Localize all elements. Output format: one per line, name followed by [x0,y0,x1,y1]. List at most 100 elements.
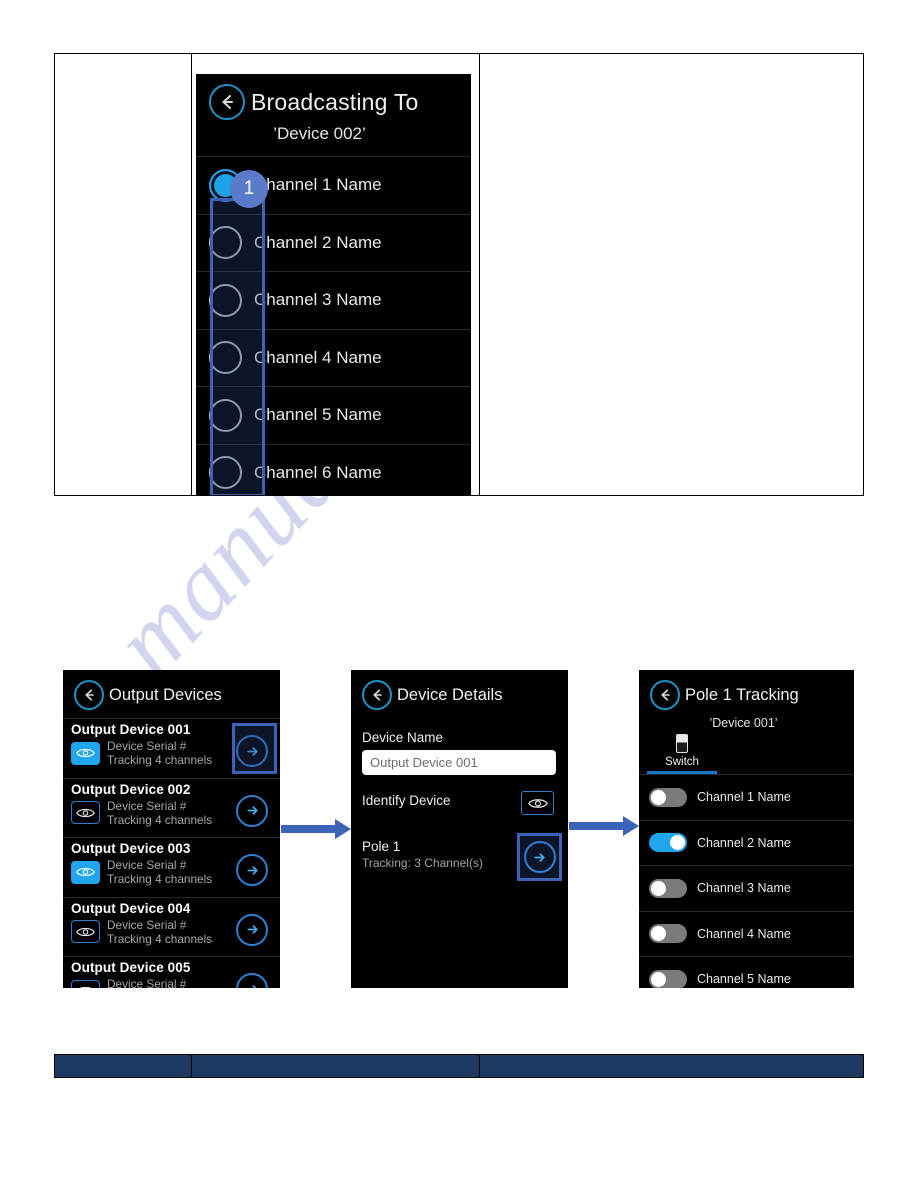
pole-arrow-selection-box [517,833,562,881]
tab-switch[interactable]: Switch [647,734,717,774]
broadcast-channel-label: Channel 2 Name [254,232,382,252]
toggle-off[interactable] [649,787,687,807]
pole-channel-list: Channel 1 Name Channel 2 Name Channel 3 Na… [639,774,854,988]
toggle-off[interactable] [649,969,687,988]
broadcast-channel-list: Channel 1 Name Channel 2 Name Channel 3 Na… [196,156,471,495]
output-device-row[interactable]: Output Device 001 Device Serial # Tracking… [63,718,280,778]
pole-channel-label: Channel 4 Name [697,926,791,941]
broadcast-channel-label: Channel 5 Name [254,405,382,425]
back-arrow-icon[interactable] [650,680,680,710]
output-device-meta: Device Serial #Tracking 4 channels [107,799,212,827]
identify-device-row: Identify Device [362,791,568,827]
output-devices-screen: Output Devices Output Device 001 Device S… [63,670,280,988]
broadcast-channel-row[interactable]: Channel 5 Name [196,386,471,444]
radio-unselected-icon[interactable] [208,456,242,490]
bottom-bar [54,1054,864,1078]
broadcast-channel-label: Channel 4 Name [254,347,382,367]
radio-unselected-icon[interactable] [208,398,242,432]
eye-icon[interactable] [71,979,100,988]
device-serial-text: Device Serial # [107,798,187,813]
broadcast-header: Broadcasting To ’Device 002’ [196,74,471,150]
channel-radio-cell [196,283,254,317]
top-table-cell-left [55,54,192,495]
output-device-meta: Device Serial #Tracking 4 channels [107,918,212,946]
pole-row: Pole 1 Tracking: 3 Channel(s) [362,833,568,881]
pole-tracking-screen: Pole 1 Tracking ’Device 001’ Switch Chan… [639,670,854,988]
device-tracking-text: Tracking 4 channels [107,872,213,886]
device-details-screen: Device Details Device Name Output Device… [351,670,568,988]
flow-arrow-2 [569,816,639,836]
output-devices-list: Output Device 001 Device Serial # Tracking… [63,718,280,988]
radio-unselected-icon[interactable] [208,283,242,317]
device-name-label: Device Name [362,730,444,745]
broadcast-channel-row[interactable]: Channel 2 Name [196,213,471,272]
broadcasting-to-screen: Broadcasting To ’Device 002’ Channel 1 N… [196,74,471,495]
output-device-row[interactable]: Output Device 004 Device Serial # Tracking… [63,896,280,957]
eye-icon[interactable] [71,920,100,943]
pole-tracking-header: Pole 1 Tracking [639,670,854,718]
output-device-row[interactable]: Output Device 002 Device Serial # Tracking… [63,777,280,838]
top-table-cell-right [480,54,863,495]
broadcast-channel-label: Channel 6 Name [254,462,382,482]
output-device-row[interactable]: Output Device 003 Device Serial # Tracking… [63,837,280,897]
pole-channel-label: Channel 2 Name [697,835,791,850]
device-serial-text: Device Serial # [107,739,187,753]
device-name-input[interactable]: Output Device 001 [362,750,556,775]
channel-radio-cell [196,456,254,490]
toggle-off[interactable] [649,878,687,898]
pole-channel-label: Channel 1 Name [697,790,791,805]
back-arrow-icon[interactable] [209,84,245,120]
toggle-off[interactable] [649,924,687,944]
flow-arrow-1 [281,819,351,839]
back-arrow-icon[interactable] [362,680,392,710]
pole-channel-row[interactable]: Channel 3 Name [639,865,854,911]
device-serial-text: Device Serial # [107,977,187,988]
right-arrow-icon[interactable] [523,841,556,873]
output-device-row[interactable]: Output Device 005Device Serial #Tracking… [63,956,280,988]
pole-channel-row[interactable]: Channel 2 Name [639,819,854,866]
broadcast-channel-row[interactable]: Channel 3 Name [196,271,471,329]
device-tracking-text: Tracking 4 channels [107,931,213,946]
output-device-meta: Device Serial #Tracking 4 channels [107,858,212,886]
toggle-knob [651,789,666,805]
top-figure-table: Broadcasting To ’Device 002’ Channel 1 N… [54,53,864,496]
right-arrow-icon[interactable] [236,794,268,827]
toggle-knob [670,835,685,851]
eye-icon[interactable] [521,791,554,815]
switch-icon [676,734,688,753]
eye-icon[interactable] [71,741,100,765]
bottom-bar-cell-left [54,1054,191,1078]
broadcast-title: Broadcasting To [251,88,419,115]
eye-icon[interactable] [71,860,100,884]
bottom-bar-cell-center [191,1054,479,1078]
device-serial-text: Device Serial # [107,917,187,932]
pole-channel-row[interactable]: Channel 5 Name [639,956,854,988]
radio-unselected-icon[interactable] [208,226,242,260]
pole-channel-label: Channel 3 Name [697,881,791,896]
device-details-title: Device Details [397,685,503,704]
toggle-knob [651,971,666,987]
right-arrow-icon[interactable] [236,854,268,886]
tab-switch-label: Switch [665,756,699,768]
device-details-header: Device Details [351,670,568,718]
back-arrow-icon[interactable] [74,680,104,710]
output-devices-title: Output Devices [109,685,222,704]
broadcast-channel-row[interactable]: Channel 6 Name [196,443,471,496]
right-arrow-icon[interactable] [236,973,268,988]
output-devices-header: Output Devices [63,670,280,718]
device-tracking-text: Tracking 4 channels [107,812,213,827]
eye-icon[interactable] [71,801,100,824]
broadcast-channel-row[interactable]: Channel 4 Name [196,328,471,387]
device-serial-text: Device Serial # [107,858,187,872]
radio-unselected-icon[interactable] [208,341,242,375]
pole-channel-row[interactable]: Channel 1 Name [639,774,854,820]
bottom-bar-cell-right [479,1054,864,1078]
pole-tracking-tabbar: Switch [639,734,854,774]
toggle-knob [651,926,666,942]
toggle-knob [651,880,666,896]
pole-channel-row[interactable]: Channel 4 Name [639,910,854,957]
pole-tracking-title: Pole 1 Tracking [685,685,799,704]
channel-radio-cell [196,341,254,375]
right-arrow-icon[interactable] [236,913,268,946]
toggle-on[interactable] [649,833,687,853]
